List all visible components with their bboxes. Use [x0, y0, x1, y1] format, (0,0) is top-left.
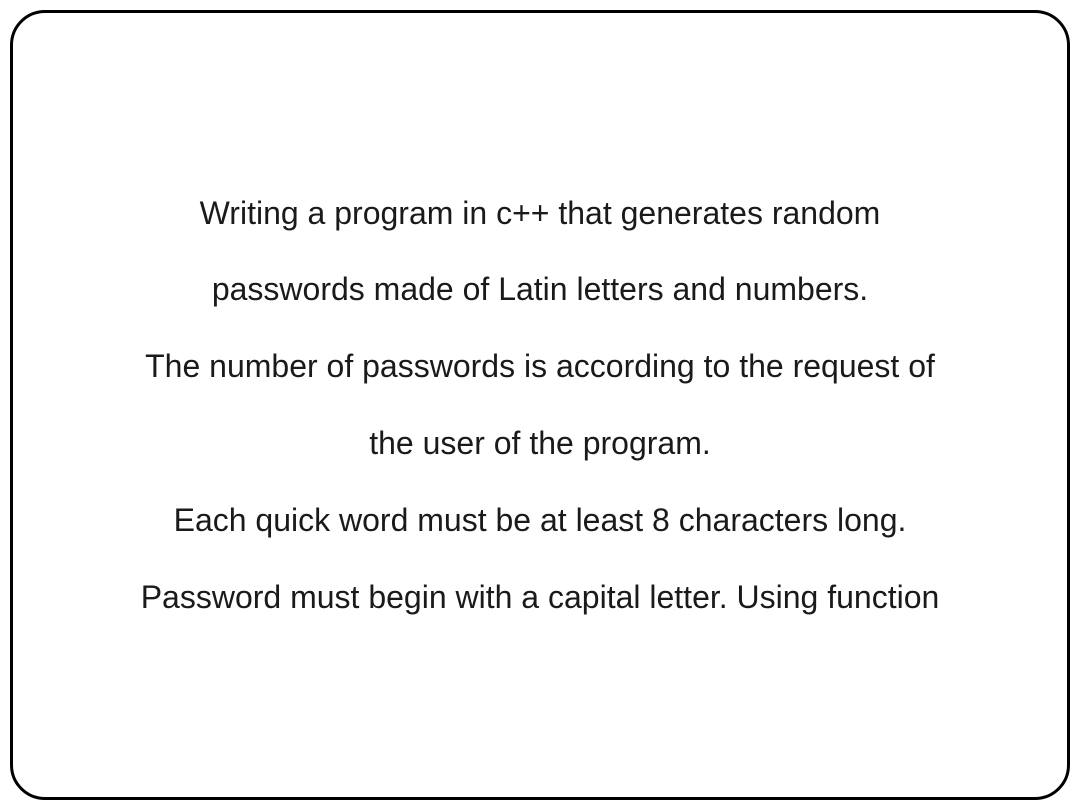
- text-line: the user of the program.: [141, 405, 940, 482]
- text-line: The number of passwords is according to …: [141, 328, 940, 405]
- text-line: passwords made of Latin letters and numb…: [141, 251, 940, 328]
- text-line: Writing a program in c++ that generates …: [141, 175, 940, 252]
- text-line: Password must begin with a capital lette…: [141, 559, 940, 636]
- document-card: Writing a program in c++ that generates …: [10, 10, 1070, 800]
- text-line: Each quick word must be at least 8 chara…: [141, 482, 940, 559]
- document-body: Writing a program in c++ that generates …: [141, 175, 940, 636]
